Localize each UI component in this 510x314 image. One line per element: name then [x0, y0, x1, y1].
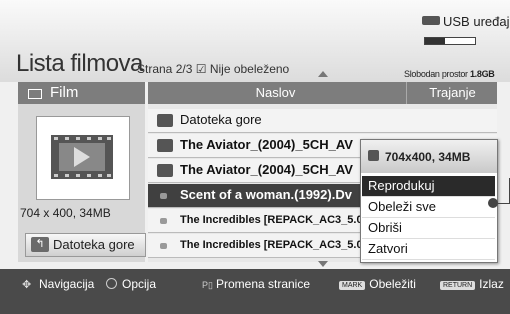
- return-key-icon: RETURN: [440, 281, 476, 290]
- footer-option: Opcija: [106, 277, 156, 291]
- options-popup: 704x400, 34MB Reprodukuj Obeleži sve Obr…: [360, 139, 498, 263]
- menu-item-mark-all[interactable]: Obeleži sve: [362, 197, 495, 218]
- free-space-label: Slobodan prostor: [404, 69, 468, 79]
- menu-item-delete[interactable]: Obriši: [362, 218, 495, 239]
- storage-bar: [424, 37, 476, 45]
- popup-header: 704x400, 34MB: [361, 140, 497, 173]
- preview-panel: Film 704 x 400, 34MB ↰ Datoteka gore: [18, 82, 146, 262]
- film-icon: [28, 89, 42, 99]
- page-info: Strana 2/3 ☑ Nije obeleženo: [137, 62, 289, 76]
- ok-button-icon: [106, 278, 117, 289]
- video-thumbnail: [36, 116, 130, 200]
- scroll-down-icon[interactable]: [318, 261, 328, 267]
- menu-item-close[interactable]: Zatvori: [362, 239, 495, 260]
- mark-status: Nije obeleženo: [209, 62, 290, 76]
- parent-folder-button[interactable]: ↰ Datoteka gore: [25, 233, 146, 257]
- file-icon: [160, 218, 167, 224]
- callout-dot: [488, 198, 498, 208]
- list-item-label: Datoteka gore: [180, 112, 262, 127]
- parent-folder-label: Datoteka gore: [53, 237, 135, 252]
- film-strip-icon: [51, 135, 113, 179]
- checkbox-icon: ☑: [195, 62, 207, 76]
- preview-heading: Film: [50, 84, 79, 101]
- file-icon: [160, 193, 167, 199]
- preview-resolution: 704 x 400, 34MB: [20, 206, 111, 220]
- mark-key-icon: MARK: [339, 281, 366, 290]
- file-info-icon: [368, 150, 379, 161]
- preview-header: Film: [18, 82, 145, 104]
- column-title[interactable]: Naslov: [148, 82, 403, 104]
- storage-bar-fill: [425, 38, 445, 44]
- list-item[interactable]: Datoteka gore: [148, 109, 497, 133]
- page-title: Lista filmova: [16, 50, 143, 77]
- menu-item-play[interactable]: Reprodukuj: [362, 176, 495, 197]
- page-number: Strana 2/3: [137, 62, 193, 76]
- footer-bar: ✥ Navigacija Opcija P▯ Promena stranice MA…: [0, 269, 510, 314]
- file-icon: [160, 243, 167, 249]
- folder-icon: [157, 164, 173, 177]
- page-key-icon: P▯: [202, 280, 213, 290]
- free-space-value: 1.8GB: [469, 69, 495, 79]
- folder-up-icon: [157, 114, 173, 127]
- footer-mark: MARK Obeležiti: [339, 277, 416, 291]
- navigation-icon: ✥: [22, 279, 32, 291]
- header-bar: Lista filmova Strana 2/3 ☑ Nije obeležen…: [0, 0, 510, 82]
- footer-page-change: P▯ Promena stranice: [202, 277, 311, 291]
- footer-navigation: ✥ Navigacija: [22, 277, 95, 291]
- movie-list-screen: Lista filmova Strana 2/3 ☑ Nije obeležen…: [0, 0, 510, 314]
- usb-device: USB uređaj: [422, 14, 509, 29]
- footer-exit: RETURN Izlaz: [440, 277, 504, 291]
- folder-up-icon: ↰: [31, 237, 49, 252]
- folder-icon: [157, 139, 173, 152]
- usb-icon: [422, 16, 440, 25]
- column-duration[interactable]: Trajanje: [406, 82, 498, 104]
- free-space: Slobodan prostor 1.8GB: [404, 69, 495, 79]
- scroll-up-icon[interactable]: [318, 71, 328, 77]
- callout-line: [498, 203, 510, 204]
- usb-label: USB uređaj: [443, 14, 510, 29]
- play-icon: [74, 147, 90, 167]
- list-header: Naslov Trajanje: [148, 82, 497, 104]
- popup-file-info: 704x400, 34MB: [385, 150, 471, 164]
